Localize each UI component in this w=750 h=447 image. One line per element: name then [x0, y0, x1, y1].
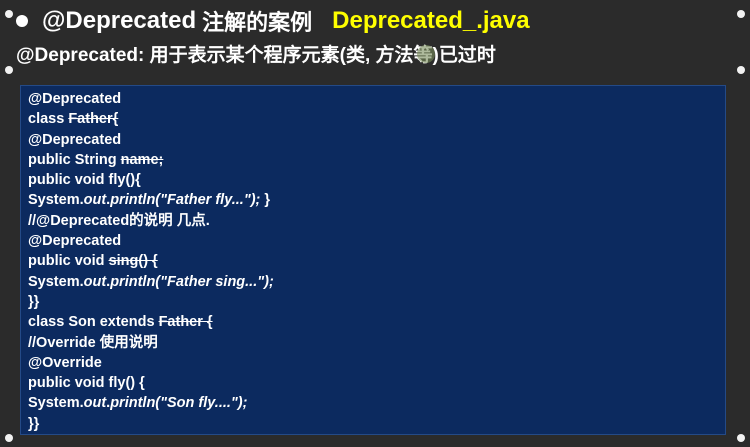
- code-line: System.out.println("Father sing...");: [28, 273, 274, 290]
- title-annotation: @Deprecated: [42, 7, 197, 34]
- title-description: 注解的案例: [202, 10, 313, 35]
- decor-dot: [5, 66, 13, 74]
- code-line: public void fly() {: [28, 375, 145, 392]
- code-line: System.out.println("Son fly....");: [28, 395, 248, 412]
- decor-dot: [5, 10, 13, 18]
- code-block: @Deprecated class Father{ @Deprecated pu…: [20, 85, 726, 435]
- code-line: @Deprecated: [28, 91, 122, 107]
- decor-dot: [737, 434, 745, 442]
- decor-dot: [5, 434, 13, 442]
- code-line: @Deprecated: [28, 233, 122, 250]
- decor-dot: [737, 10, 745, 18]
- decor-dot: [737, 66, 745, 74]
- subtitle-prefix: @Deprecated:: [16, 45, 145, 66]
- bullet-icon: [16, 15, 28, 27]
- pointer-highlight-icon: [417, 45, 435, 63]
- slide-title: @Deprecated 注解的案例 Deprecated_.java: [16, 4, 530, 38]
- code-line: public String name;: [28, 151, 164, 168]
- code-line: }}: [28, 293, 40, 310]
- code-line: public void sing() {: [28, 253, 158, 270]
- code-line: //Override 使用说明: [28, 334, 158, 351]
- code-line: public void fly(){: [28, 172, 141, 189]
- code-line: //@Deprecated的说明 几点.: [28, 212, 210, 229]
- subtitle-text: 用于表示某个程序元素(类, 方法等)已过时: [149, 45, 496, 66]
- code-line: class Father{: [28, 111, 119, 128]
- code-line: @Override: [28, 354, 102, 371]
- code-line: }}: [28, 415, 40, 432]
- code-line: System.out.println("Father fly..."); }: [28, 192, 271, 209]
- title-filename: Deprecated_.java: [332, 7, 530, 34]
- code-line: @Deprecated: [28, 131, 122, 148]
- code-line: class Son extends Father {: [28, 314, 213, 331]
